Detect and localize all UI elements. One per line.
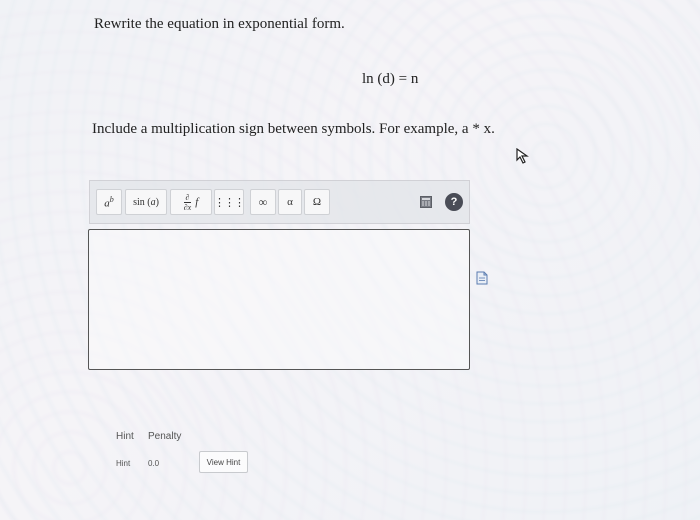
answer-input[interactable] bbox=[88, 229, 470, 370]
superscript-icon: ab bbox=[104, 194, 114, 210]
math-toolbar: ab sin (a) ∂ ∂x f ⋮⋮⋮ ∞ α Ω ? bbox=[89, 180, 470, 224]
hint-row-label: Hint bbox=[116, 459, 131, 468]
instruction-text: Include a multiplication sign between sy… bbox=[92, 121, 495, 137]
equation-text: ln (d) = n bbox=[362, 71, 419, 87]
equation: ln (d) = n bbox=[362, 71, 418, 88]
mouse-cursor-icon bbox=[516, 148, 529, 164]
keyboard-icon bbox=[420, 196, 432, 208]
infinity-icon: ∞ bbox=[258, 194, 268, 209]
superscript-button[interactable]: ab bbox=[96, 189, 122, 215]
trig-function-button[interactable]: sin (a) bbox=[125, 189, 167, 215]
matrix-icon: ⋮⋮⋮ bbox=[214, 196, 245, 209]
hint-row-penalty: 0.0 bbox=[148, 459, 160, 468]
penalty-column-header: Penalty bbox=[148, 431, 182, 442]
greek-uppercase-button[interactable]: Ω bbox=[304, 189, 330, 215]
trig-function-icon: sin (a) bbox=[133, 196, 159, 208]
derivative-button[interactable]: ∂ ∂x f bbox=[170, 189, 212, 215]
keyboard-button[interactable] bbox=[416, 189, 436, 215]
greek-omega-icon: Ω bbox=[312, 196, 322, 208]
help-button[interactable]: ? bbox=[445, 193, 463, 211]
matrix-button[interactable]: ⋮⋮⋮ bbox=[214, 189, 245, 215]
question-page: Rewrite the equation in exponential form… bbox=[0, 0, 700, 520]
hint-column-header: Hint bbox=[116, 431, 134, 442]
help-icon: ? bbox=[450, 196, 458, 208]
infinity-button[interactable]: ∞ bbox=[250, 189, 276, 215]
greek-alpha-icon: α bbox=[287, 196, 293, 208]
view-hint-button[interactable]: View Hint bbox=[199, 451, 248, 473]
partial-derivative-icon: ∂ ∂x f bbox=[183, 192, 199, 212]
document-icon[interactable] bbox=[476, 271, 488, 285]
greek-lowercase-button[interactable]: α bbox=[278, 189, 302, 215]
question-prompt: Rewrite the equation in exponential form… bbox=[94, 16, 345, 32]
